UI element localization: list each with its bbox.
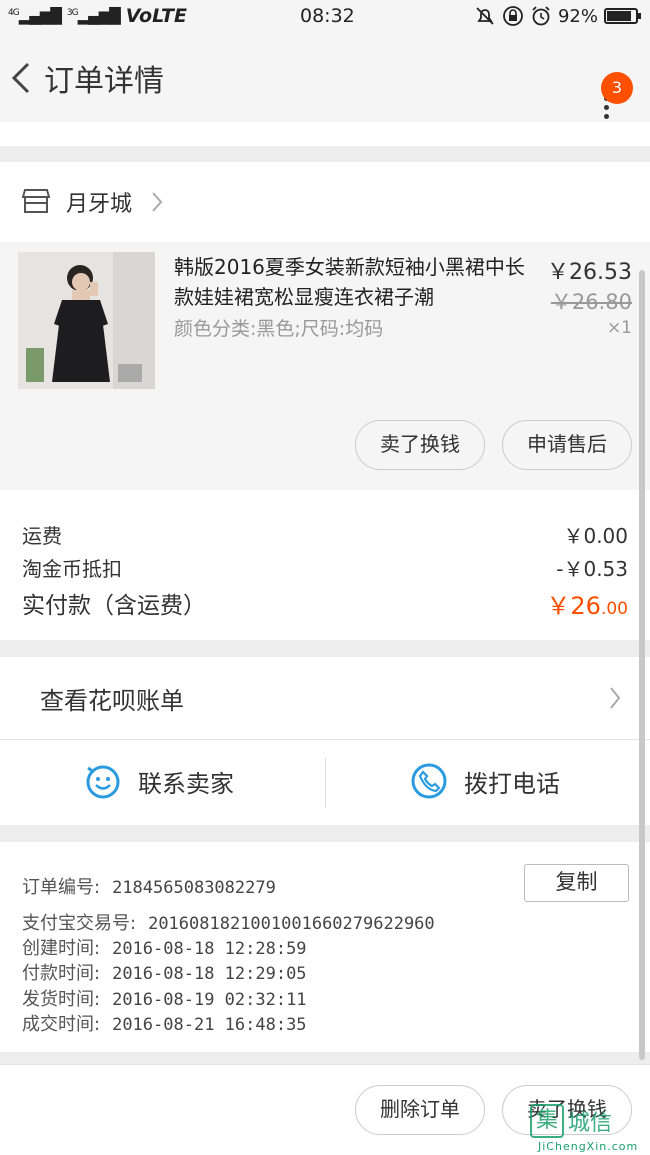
mute-bell-icon — [476, 7, 494, 25]
total-paid-label: 实付款（含运费） — [22, 593, 206, 619]
contact-seller-label: 联系卖家 — [138, 769, 234, 798]
sell-for-cash-button[interactable]: 卖了换钱 — [355, 420, 485, 470]
contact-bar: 联系卖家 拨打电话 — [0, 739, 650, 825]
coin-deduction-value: -￥0.53 — [556, 557, 628, 581]
created-time-line: 创建时间: 2016-08-18 12:28:59 — [22, 938, 307, 959]
shipping-label: 运费 — [22, 524, 62, 548]
status-right: 92% — [474, 5, 641, 27]
product-thumbnail[interactable] — [18, 252, 155, 389]
alarm-icon — [532, 6, 550, 26]
watermark-text: 城信 — [568, 1111, 613, 1136]
paid-time-line: 付款时间: 2016-08-18 12:29:05 — [22, 963, 307, 984]
page-title: 订单详情 — [44, 64, 164, 99]
signal-4g-icon: 4G▂▄▆█ — [8, 7, 62, 25]
notification-badge[interactable]: 3 — [601, 72, 633, 104]
product-quantity: ×1 — [606, 318, 632, 338]
back-arrow-icon[interactable] — [8, 56, 38, 100]
battery-percent: 92% — [557, 5, 598, 27]
shop-name: 月牙城 — [66, 192, 133, 217]
shipping-value: ￥0.00 — [563, 524, 628, 548]
order-number-line: 订单编号: 2184565083082279 — [22, 877, 276, 898]
product-title[interactable]: 韩版2016夏季女装新款短袖小黑裙中长款娃娃裙宽松显瘦连衣裙子潮 — [174, 252, 534, 312]
chevron-right-icon — [610, 687, 621, 709]
watermark: 集 城信 — [530, 1104, 612, 1138]
scrollbar[interactable] — [639, 270, 645, 1060]
product-image — [18, 252, 155, 389]
clock: 08:32 — [300, 5, 355, 27]
call-phone-label: 拨打电话 — [464, 769, 560, 798]
huabei-bill-row[interactable]: 查看花呗账单 — [0, 657, 650, 739]
contact-divider — [325, 758, 326, 808]
shipped-time-line: 发货时间: 2016-08-19 02:32:11 — [22, 989, 307, 1010]
call-phone-button[interactable]: 拨打电话 — [410, 762, 560, 800]
shop-row[interactable]: 月牙城 — [0, 162, 650, 242]
completed-time-line: 成交时间: 2016-08-21 16:48:35 — [22, 1014, 307, 1035]
volte-label: VoLTE — [125, 5, 187, 27]
delete-order-button[interactable]: 删除订单 — [355, 1085, 485, 1135]
signal-3g-icon: 3G▂▄▆█ — [66, 7, 121, 25]
copy-order-number-button[interactable]: 复制 — [524, 864, 629, 902]
status-bar: 4G▂▄▆█ 3G▂▄▆█ VoLTE 08:32 92% — [0, 0, 650, 34]
product-original-price: ￥26.80 — [550, 290, 632, 314]
huabei-bill-label: 查看花呗账单 — [40, 687, 184, 715]
chevron-right-icon — [152, 192, 163, 212]
order-item[interactable]: 韩版2016夏季女装新款短袖小黑裙中长款娃娃裙宽松显瘦连衣裙子潮 颜色分类:黑色… — [0, 242, 650, 490]
store-icon — [22, 189, 50, 213]
price-summary: 运费 ￥0.00 淘金币抵扣 -￥0.53 实付款（含运费） ￥26.00 — [0, 490, 650, 640]
phone-icon — [411, 763, 447, 799]
battery-icon — [604, 8, 641, 24]
rotation-lock-icon — [503, 6, 523, 26]
watermark-logo: 集 — [530, 1104, 564, 1138]
order-info: 订单编号: 2184565083082279 复制 支付宝交易号: 20160818… — [0, 842, 650, 1052]
alipay-trade-number-line: 支付宝交易号: 2016081821001001660279622960 — [22, 913, 435, 934]
contact-seller-button[interactable]: 联系卖家 — [84, 762, 234, 800]
header-strip — [0, 122, 650, 146]
coin-deduction-label: 淘金币抵扣 — [22, 557, 122, 581]
watermark-url: JiChengXin.com — [538, 1140, 639, 1153]
total-paid-value: ￥26.00 — [546, 592, 628, 620]
apply-aftersale-button[interactable]: 申请售后 — [502, 420, 632, 470]
chat-bubble-icon — [86, 765, 120, 799]
nav-bar: 订单详情 3 — [0, 34, 650, 122]
product-price: ￥26.53 — [547, 260, 632, 285]
product-sku: 颜色分类:黑色;尺码:均码 — [174, 318, 384, 340]
signal-indicators: 4G▂▄▆█ 3G▂▄▆█ VoLTE — [8, 5, 187, 27]
